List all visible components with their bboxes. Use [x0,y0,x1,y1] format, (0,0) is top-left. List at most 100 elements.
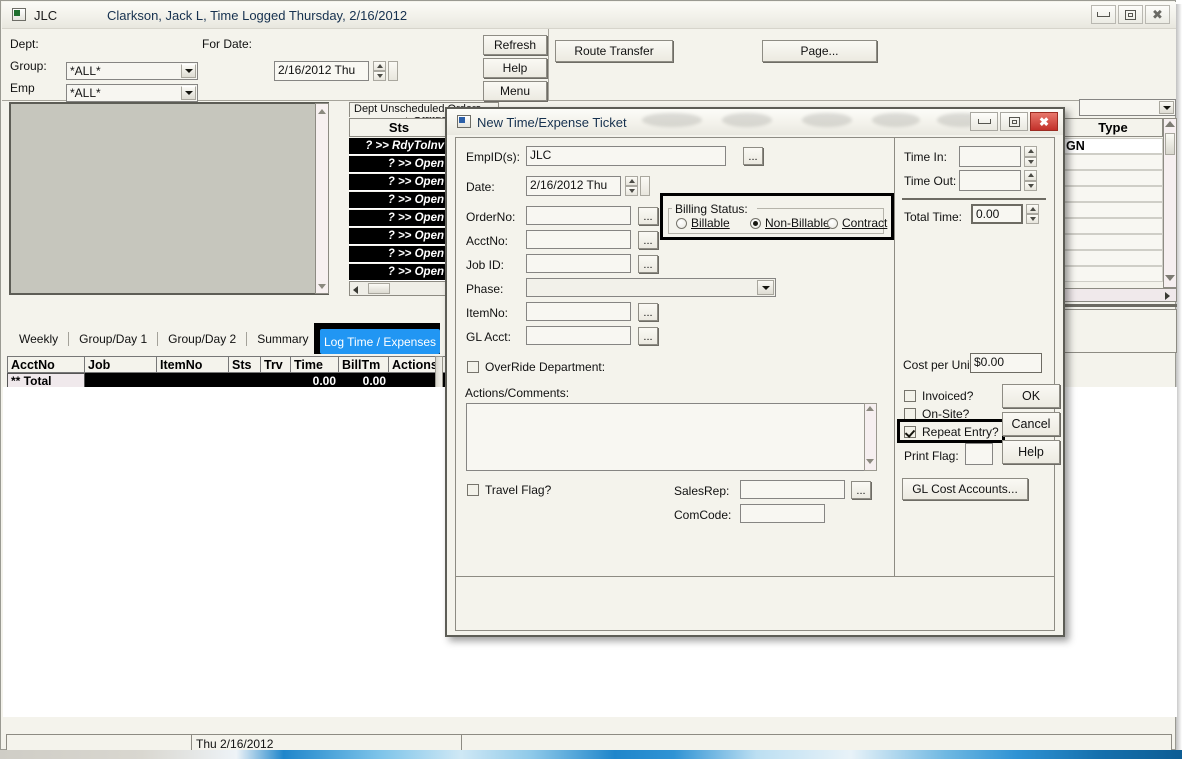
grid-column-header[interactable]: Trv [261,356,291,373]
grid-cell-acctno[interactable]: ** Total [7,373,85,388]
grid-column-header[interactable]: ItemNo [157,356,229,373]
scroll-up-icon[interactable] [1165,121,1175,131]
phase-combo[interactable] [526,278,776,297]
orderno-browse-button[interactable]: ... [638,207,658,225]
acctno-input[interactable] [526,230,631,249]
type-empty-row[interactable] [1063,186,1163,202]
override-department-checkbox[interactable]: OverRide Department: [467,360,605,374]
dept-combo[interactable]: *ALL* [66,62,198,80]
menu-button[interactable]: Menu [483,81,547,101]
for-date-input[interactable]: 2/16/2012 Thu [274,61,369,81]
for-date-extra-button[interactable] [388,61,398,81]
scroll-down-icon[interactable] [866,459,875,468]
radio-billable[interactable]: Billable [676,216,730,230]
maximize-icon[interactable] [1118,5,1143,24]
spinner-down-icon[interactable] [373,71,386,81]
grid-column-header[interactable]: Sts [229,356,261,373]
radio-non-billable[interactable]: Non-Billable [750,216,830,230]
group-combo[interactable]: *ALL* [66,84,198,102]
orders-row[interactable]: ? >> Open [349,192,449,209]
orders-row[interactable]: ? >> Open [349,228,449,245]
type-grid-horizontal-scrollbar[interactable] [1063,288,1177,302]
time-out-input[interactable] [959,170,1021,191]
time-out-spinner[interactable] [1024,170,1037,191]
spinner-down-icon[interactable] [1024,180,1037,191]
type-empty-row[interactable] [1063,266,1163,282]
salesrep-browse-button[interactable]: ... [851,481,871,499]
glacct-browse-button[interactable]: ... [638,327,658,345]
orders-row[interactable]: ? >> Open [349,264,449,281]
type-first-row[interactable]: GN [1063,138,1163,154]
grid-column-header[interactable]: Time [291,356,339,373]
table-row[interactable]: ** Total 0.00 0.00 [7,373,471,388]
orderno-input[interactable] [526,206,631,225]
refresh-button[interactable]: Refresh [483,35,547,55]
date-spinner[interactable] [625,176,638,196]
jobid-input[interactable] [526,254,631,273]
spinner-down-icon[interactable] [1026,214,1039,224]
scroll-up-icon[interactable] [866,406,875,415]
type-empty-row[interactable] [1063,202,1163,218]
total-time-spinner[interactable] [1026,204,1039,224]
repeat-entry-checkbox[interactable]: Repeat Entry? [904,425,999,439]
empid-input[interactable]: JLC [526,146,726,166]
spinner-up-icon[interactable] [1024,146,1037,157]
itemno-browse-button[interactable]: ... [638,303,658,321]
orders-row[interactable]: ? >> RdyToInv [349,138,449,155]
type-grid-scrollbar[interactable] [1163,118,1177,288]
type-grid-splitter[interactable] [1063,304,1177,307]
for-date-spinner[interactable] [373,61,386,81]
comcode-input[interactable] [740,504,825,523]
type-empty-row[interactable] [1063,250,1163,266]
grid-column-header[interactable]: Job [85,356,157,373]
grid-cell-sts[interactable] [229,373,261,388]
date-input[interactable]: 2/16/2012 Thu [526,176,621,196]
date-extra-button[interactable] [640,176,650,196]
salesrep-input[interactable] [740,480,845,499]
tab-group-day-2[interactable]: Group/Day 2 [158,332,246,346]
route-transfer-button[interactable]: Route Transfer [555,40,673,62]
comments-scrollbar[interactable] [864,403,877,471]
grid-cell-job[interactable] [85,373,157,388]
grid-column-header[interactable]: BillTm [339,356,389,373]
dialog-help-button[interactable]: Help [1002,440,1060,464]
spinner-up-icon[interactable] [373,61,386,71]
orders-row[interactable]: ? >> Open [349,210,449,227]
ok-button[interactable]: OK [1002,384,1060,408]
orders-row[interactable]: ? >> Open [349,246,449,263]
grid-cell-time[interactable]: 0.00 [291,373,339,388]
travel-flag-checkbox[interactable]: Travel Flag? [467,483,551,497]
spinner-up-icon[interactable] [1026,204,1039,214]
acctno-browse-button[interactable]: ... [638,231,658,249]
cancel-button[interactable]: Cancel [1002,412,1060,436]
jobid-browse-button[interactable]: ... [638,255,658,273]
spinner-down-icon[interactable] [625,186,638,196]
spinner-up-icon[interactable] [1024,170,1037,181]
empid-browse-button[interactable]: ... [743,147,763,165]
time-in-input[interactable] [959,146,1021,167]
cost-per-unit-input[interactable]: $0.00 [970,353,1042,373]
chevron-down-icon[interactable] [181,64,196,78]
help-button[interactable]: Help [483,58,547,78]
grid-cell-trv[interactable] [261,373,291,388]
orders-row[interactable]: ? >> Open [349,174,449,191]
page-button[interactable]: Page... [762,40,877,62]
tab-weekly[interactable]: Weekly [9,332,68,346]
spinner-down-icon[interactable] [1024,156,1037,167]
chevron-down-icon[interactable] [757,280,774,295]
orders-row[interactable]: ? >> Open [349,156,449,173]
tab-summary[interactable]: Summary [247,332,318,346]
itemno-input[interactable] [526,302,631,321]
scroll-thumb[interactable] [1165,133,1175,155]
scroll-down-icon[interactable] [1165,275,1175,285]
tab-log-time-expenses[interactable]: Log Time / Expenses [320,329,440,354]
grid-cell-itemno[interactable] [157,373,229,388]
type-empty-row[interactable] [1063,234,1163,250]
grid-cell-billtm[interactable]: 0.00 [339,373,389,388]
chevron-down-icon[interactable] [1159,101,1174,114]
maximize-icon[interactable] [1000,112,1028,131]
scroll-up-icon[interactable] [317,106,327,116]
radio-contract[interactable]: Contract [827,216,887,230]
close-icon[interactable]: ✖ [1145,5,1170,24]
minimize-icon[interactable] [1091,5,1116,24]
